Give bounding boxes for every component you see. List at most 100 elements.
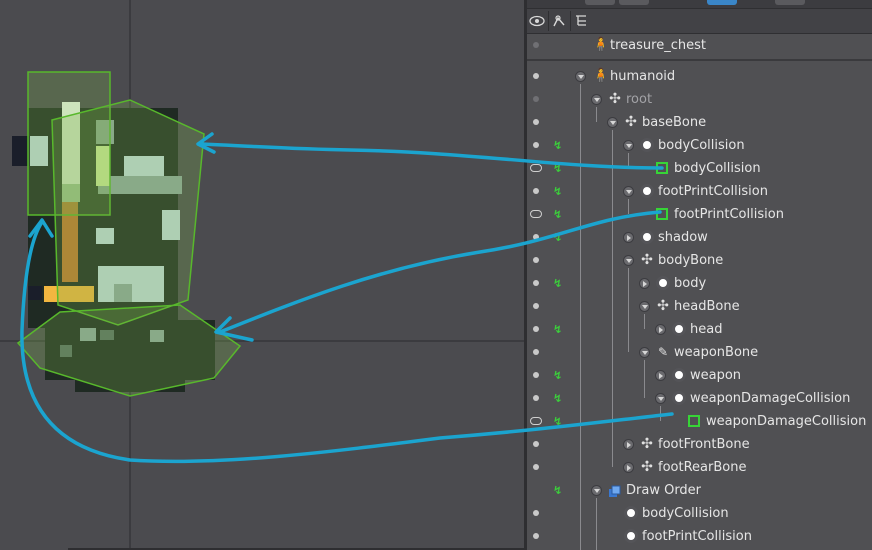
expand-arrow-icon[interactable] [639,347,650,358]
collapse-arrow-icon[interactable] [639,278,650,289]
bounding-box-icon [656,208,668,220]
key-icon[interactable]: ↯ [553,162,567,176]
bone-icon: ✣ [625,114,637,130]
tree-row-root[interactable]: ✣ root [527,88,872,111]
key-icon[interactable]: ↯ [553,277,567,291]
bone-icon: ✣ [641,252,653,268]
bone-pose-icon[interactable] [551,13,567,29]
tree-row-body[interactable]: ↯ body [527,272,872,295]
viewport-canvas [0,0,524,550]
header-divider [570,11,571,31]
key-icon[interactable]: ↯ [553,415,567,429]
tree-row-humanoid[interactable]: 🧍 humanoid [527,65,872,88]
tree-list-icon[interactable] [573,13,589,29]
key-icon[interactable]: ↯ [553,139,567,153]
draw-order-icon [608,483,622,497]
row-divider [527,59,872,61]
tree-item-label: root [626,92,653,107]
tree-row-bodycollision-box[interactable]: ↯ bodyCollision [527,157,872,180]
visibility-dot[interactable] [533,119,539,125]
visibility-dot[interactable] [533,303,539,309]
visibility-dot[interactable] [533,42,539,48]
visibility-dot[interactable] [533,73,539,79]
tree-row-footprintcollision-box[interactable]: ↯ footPrintCollision [527,203,872,226]
expand-arrow-icon[interactable] [639,301,650,312]
toolbar-button[interactable] [619,0,649,5]
slot-icon [640,138,654,152]
key-icon[interactable]: ↯ [553,231,567,245]
skeleton-figure-icon: 🧍 [592,68,610,84]
tree-row-draw-bodycollision[interactable]: bodyCollision [527,502,872,525]
editor-viewport[interactable] [0,0,524,550]
expand-arrow-icon[interactable] [623,140,634,151]
toolbar-button[interactable] [585,0,615,5]
link-icon[interactable] [530,210,542,218]
tree-row-shadow[interactable]: ↯ shadow [527,226,872,249]
collapse-arrow-icon[interactable] [623,462,634,473]
visibility-dot[interactable] [533,349,539,355]
toolbar-strip [527,0,872,8]
visibility-dot[interactable] [533,464,539,470]
link-icon[interactable] [530,417,542,425]
tree-row-weaponbone[interactable]: ✎ weaponBone [527,341,872,364]
expand-arrow-icon[interactable] [575,71,586,82]
expand-arrow-icon[interactable] [591,485,602,496]
tree-row-headbone[interactable]: ✣ headBone [527,295,872,318]
eye-icon[interactable] [529,13,545,29]
tree-item-label: shadow [658,230,708,245]
visibility-dot[interactable] [533,395,539,401]
tree-row-weapon[interactable]: ↯ weapon [527,364,872,387]
tree-row-basebone[interactable]: ✣ baseBone [527,111,872,134]
tree-item-label: bodyBone [658,253,724,268]
visibility-dot[interactable] [533,533,539,539]
tree-item-label: Draw Order [626,483,702,498]
visibility-dot[interactable] [533,510,539,516]
tree-item-label: head [690,322,723,337]
collapse-arrow-icon[interactable] [623,232,634,243]
expand-arrow-icon[interactable] [623,186,634,197]
tree-row-draw-order[interactable]: ↯ Draw Order [527,479,872,502]
tree-row-draw-footprintcollision[interactable]: footPrintCollision [527,525,872,548]
collapse-arrow-icon[interactable] [623,439,634,450]
key-icon[interactable]: ↯ [553,208,567,222]
link-icon[interactable] [530,164,542,172]
tree-row-bodycollision-slot[interactable]: ↯ bodyCollision [527,134,872,157]
slot-icon [624,529,638,543]
tree-row-weapondamagecollision-slot[interactable]: ↯ weaponDamageCollision [527,387,872,410]
visibility-dot[interactable] [533,234,539,240]
tree-row-footprintcollision-slot[interactable]: ↯ footPrintCollision [527,180,872,203]
key-icon[interactable]: ↯ [553,392,567,406]
bounding-box-icon [688,415,700,427]
tree-row-bodybone[interactable]: ✣ bodyBone [527,249,872,272]
collapse-arrow-icon[interactable] [655,370,666,381]
visibility-dot[interactable] [533,96,539,102]
toolbar-button-active[interactable] [707,0,737,5]
key-icon[interactable]: ↯ [553,369,567,383]
key-icon[interactable]: ↯ [553,484,567,498]
visibility-dot[interactable] [533,280,539,286]
collapse-arrow-icon[interactable] [655,324,666,335]
tree-item-label: weapon [690,368,742,383]
visibility-dot[interactable] [533,326,539,332]
key-icon[interactable]: ↯ [553,323,567,337]
expand-arrow-icon[interactable] [591,94,602,105]
visibility-dot[interactable] [533,372,539,378]
visibility-dot[interactable] [533,441,539,447]
expand-arrow-icon[interactable] [607,117,618,128]
tree-item-label: headBone [674,299,740,314]
tree-row-weapondamagecollision-box[interactable]: ↯ weaponDamageCollision [527,410,872,433]
expand-arrow-icon[interactable] [623,255,634,266]
tree-row-head[interactable]: ↯ head [527,318,872,341]
toolbar-button[interactable] [775,0,805,5]
slot-icon [640,184,654,198]
tree-row-treasure-chest[interactable]: 🧍 treasure_chest [527,34,872,57]
visibility-dot[interactable] [533,188,539,194]
tree-row-footfrontbone[interactable]: ✣ footFrontBone [527,433,872,456]
tree-row-footrearbone[interactable]: ✣ footRearBone [527,456,872,479]
tree-item-label: weaponBone [674,345,759,360]
expand-arrow-icon[interactable] [655,393,666,404]
skeleton-figure-icon: 🧍 [592,37,610,53]
visibility-dot[interactable] [533,142,539,148]
key-icon[interactable]: ↯ [553,185,567,199]
visibility-dot[interactable] [533,257,539,263]
